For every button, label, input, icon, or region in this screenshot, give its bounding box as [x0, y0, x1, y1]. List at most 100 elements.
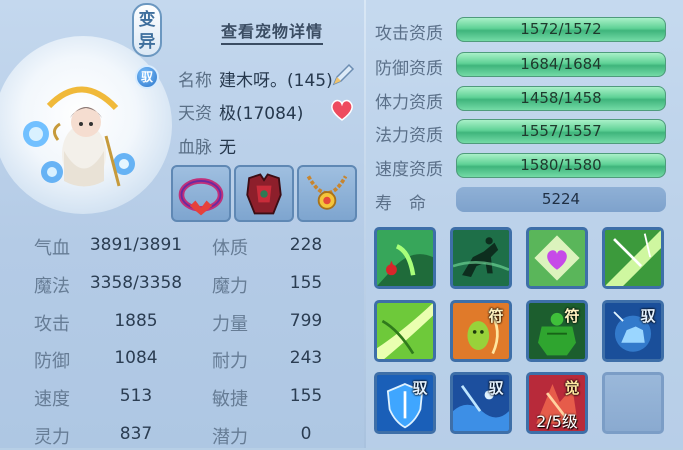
stat-value: 243 — [289, 348, 323, 368]
stat-value: 228 — [289, 235, 323, 255]
pet-name: 建木呀。(145) — [219, 71, 333, 91]
lifespan-value: 5224 — [456, 187, 666, 212]
mutation-badge: 变异 — [132, 3, 162, 57]
aptitude-row: 速度资质 1580/1580 — [364, 149, 683, 183]
stat-label: 速度 — [34, 389, 70, 410]
skill-slot[interactable] — [526, 227, 588, 289]
name-label: 名称 — [178, 71, 212, 91]
pet-portrait[interactable] — [0, 36, 172, 214]
equipment-slot-necklace[interactable] — [297, 165, 357, 222]
skill-tag: 符 — [488, 307, 504, 325]
bloodline-label: 血脉 — [178, 138, 212, 158]
edit-name-pencil-icon[interactable] — [330, 62, 356, 88]
aptitude-bar: 1572/1572 — [456, 17, 666, 42]
stat-value: 0 — [300, 424, 312, 444]
talent-value: 极(17084) — [219, 104, 304, 124]
skill-slot[interactable]: 驭 — [602, 300, 664, 362]
aptitude-label: 防御资质 — [375, 59, 443, 79]
stat-row: 速度 513 敏捷 155 — [0, 375, 364, 412]
aptitude-value: 1684/1684 — [520, 55, 602, 73]
stat-label: 灵力 — [34, 427, 70, 448]
aptitude-row: 防御资质 1684/1684 — [364, 48, 683, 82]
aptitude-row: 体力资质 1458/1458 — [364, 82, 683, 116]
stat-label: 力量 — [212, 314, 248, 335]
aptitude-label: 体力资质 — [375, 93, 443, 113]
skill-slot[interactable] — [450, 227, 512, 289]
skill-tag: 驭 — [488, 379, 504, 397]
aptitude-label: 法力资质 — [375, 126, 443, 146]
skill-tag: 驭 — [412, 379, 428, 397]
skill-slot[interactable] — [374, 227, 436, 289]
stat-row: 气血 3891/3891 体质 228 — [0, 224, 364, 261]
lifespan-row: 寿 命 5224 — [364, 183, 683, 217]
aptitude-row: 攻击资质 1572/1572 — [364, 13, 683, 47]
aptitude-value: 1557/1557 — [520, 122, 602, 140]
stat-value: 1084 — [114, 348, 158, 368]
stat-label: 潜力 — [212, 427, 248, 448]
skill-slot[interactable]: 觉 2/5级 — [526, 372, 588, 434]
equipment-slot-collar[interactable] — [171, 165, 231, 222]
aptitude-label: 速度资质 — [375, 160, 443, 180]
skill-tag: 驭 — [640, 307, 656, 325]
bloodline-value: 无 — [219, 138, 236, 158]
skill-level: 2/5级 — [536, 412, 578, 431]
aptitude-label: 攻击资质 — [375, 24, 443, 44]
skill-slot[interactable] — [374, 300, 436, 362]
equipment-slot-armor[interactable] — [234, 165, 294, 222]
skill-slot[interactable]: 驭 — [450, 372, 512, 434]
empty-skill-slot[interactable] — [602, 372, 664, 434]
stat-label: 魔法 — [34, 276, 70, 297]
necklace-icon — [306, 175, 348, 210]
stat-label: 耐力 — [212, 351, 248, 372]
pet-info-panel: 变异 驭 查看宠物详情 名称 建木呀。(145) 天资 极(17084) 血脉 … — [0, 0, 683, 448]
talent-label: 天资 — [178, 104, 212, 124]
attribute-stats: 气血 3891/3891 体质 228 魔法 3358/3358 魔力 155 … — [0, 224, 364, 448]
view-pet-details-link[interactable]: 查看宠物详情 — [221, 18, 324, 45]
panel-divider — [364, 0, 366, 448]
heart-icon[interactable] — [329, 98, 355, 122]
armor-icon — [246, 173, 282, 215]
skill-slot[interactable] — [602, 227, 664, 289]
stat-value: 3358/3358 — [89, 273, 183, 293]
stat-row: 灵力 837 潜力 0 — [0, 413, 364, 450]
skill-tag: 符 — [564, 307, 580, 325]
aptitude-bar: 1557/1557 — [456, 119, 666, 144]
horse-rider-skill-icon — [453, 230, 509, 286]
aptitude-bar: 1684/1684 — [456, 52, 666, 77]
aptitude-row: 法力资质 1557/1557 — [364, 115, 683, 149]
stat-row: 魔法 3358/3358 魔力 155 — [0, 262, 364, 299]
leaf-slash-skill-icon — [377, 303, 433, 359]
skill-tag: 觉 — [564, 379, 580, 397]
stat-label: 气血 — [34, 238, 70, 259]
stat-row: 攻击 1885 力量 799 — [0, 300, 364, 337]
collar-icon — [178, 178, 224, 216]
stat-value: 155 — [289, 273, 323, 293]
blood-drain-skill-icon — [377, 230, 433, 286]
stat-value: 513 — [119, 386, 153, 406]
aptitude-value: 1458/1458 — [520, 89, 602, 107]
stat-value: 799 — [289, 311, 323, 331]
stat-value: 3891/3891 — [89, 235, 183, 255]
aptitude-value: 1580/1580 — [520, 156, 602, 174]
aptitude-bar: 1580/1580 — [456, 153, 666, 178]
stat-row: 防御 1084 耐力 243 — [0, 337, 364, 374]
stat-value: 1885 — [114, 311, 158, 331]
aptitude-bar: 1458/1458 — [456, 86, 666, 111]
stat-label: 体质 — [212, 238, 248, 259]
stat-label: 攻击 — [34, 314, 70, 335]
stat-label: 魔力 — [212, 276, 248, 297]
stat-label: 敏捷 — [212, 389, 248, 410]
light-burst-skill-icon — [605, 230, 661, 286]
lifespan-label: 寿 命 — [375, 194, 426, 214]
stat-label: 防御 — [34, 351, 70, 372]
skill-slot[interactable]: 符 — [526, 300, 588, 362]
heart-skill-icon — [529, 230, 585, 286]
bind-badge: 驭 — [135, 65, 159, 89]
stat-value: 837 — [119, 424, 153, 444]
aptitude-skill-panel: 攻击资质 1572/1572 防御资质 1684/1684 体力资质 1458/… — [364, 0, 683, 448]
stat-value: 155 — [289, 386, 323, 406]
aptitude-value: 1572/1572 — [520, 20, 602, 38]
skill-slot[interactable]: 符 — [450, 300, 512, 362]
skill-slot[interactable]: 驭 — [374, 372, 436, 434]
pet-figure-icon — [23, 86, 135, 187]
